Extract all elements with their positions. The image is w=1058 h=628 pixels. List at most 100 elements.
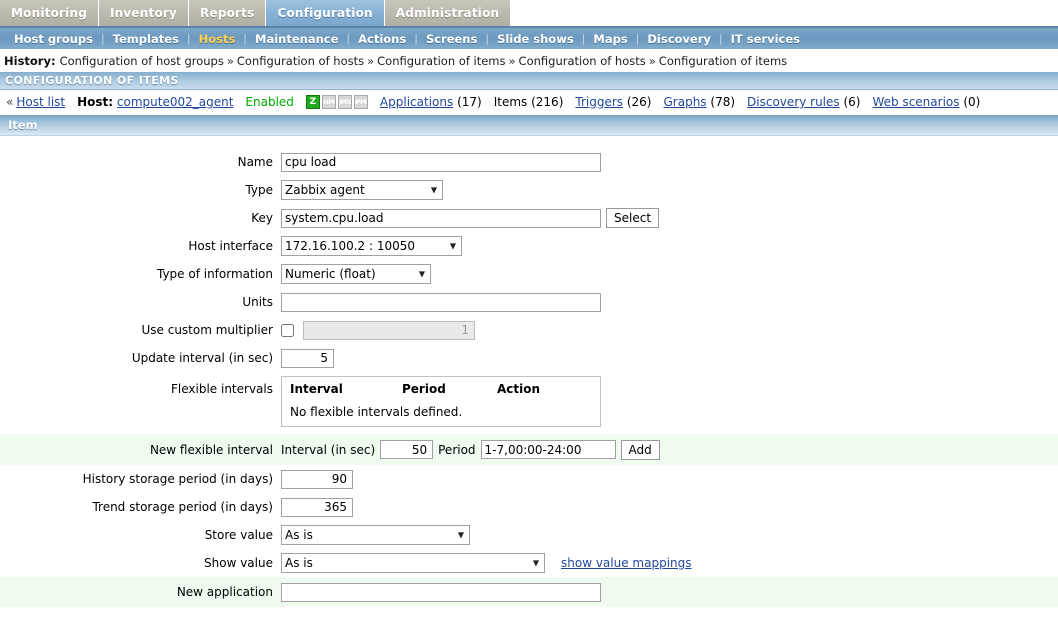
host-interface-select[interactable]: 172.16.100.2 : 10050	[281, 236, 462, 256]
breadcrumb: History: Configuration of host groups » …	[0, 50, 1058, 72]
new-period-sublabel: Period	[438, 442, 476, 457]
form-row-units: Units	[0, 288, 1058, 316]
add-flexible-interval-button[interactable]: Add	[620, 439, 660, 460]
form-row-name: Name	[0, 148, 1058, 176]
sub-menu-item-it-services[interactable]: IT services	[723, 32, 808, 46]
top-menu-item-monitoring[interactable]: Monitoring	[0, 0, 99, 26]
jmx-icon: JMX	[337, 95, 352, 109]
breadcrumb-item[interactable]: Configuration of hosts	[237, 54, 364, 68]
top-menu-item-administration[interactable]: Administration	[384, 0, 512, 26]
sub-menu-bar: Host groups | Templates | Hosts | Mainte…	[0, 28, 1058, 50]
sub-menu-item-hosts[interactable]: Hosts	[191, 32, 244, 46]
host-interface-label: Host interface	[188, 239, 273, 253]
sub-menu-item-maintenance[interactable]: Maintenance	[247, 32, 346, 46]
sub-menu-item-discovery[interactable]: Discovery	[639, 32, 719, 46]
items-label: Items	[493, 95, 528, 109]
sub-menu-item-screens[interactable]: Screens	[418, 32, 485, 46]
form-row-flexible-intervals: Flexible intervals Interval Period Actio…	[0, 372, 1058, 434]
sub-menu-item-slide-shows[interactable]: Slide shows	[489, 32, 582, 46]
breadcrumb-item[interactable]: Configuration of hosts	[519, 54, 646, 68]
discovery-rules-link[interactable]: Discovery rules	[747, 95, 840, 109]
host-nav-web-scenarios[interactable]: Web scenarios (0)	[872, 95, 980, 109]
triggers-link[interactable]: Triggers	[575, 95, 623, 109]
form-row-show-value: Show value As is ▼ show value mappings	[0, 549, 1058, 577]
host-name-link[interactable]: compute002_agent	[117, 95, 234, 109]
host-summary-bar: « Host list Host: compute002_agent Enabl…	[0, 90, 1058, 114]
column-header-interval: Interval	[290, 382, 343, 396]
graphs-link[interactable]: Graphs	[664, 95, 707, 109]
column-header-action: Action	[497, 382, 541, 396]
form-row-custom-multiplier: Use custom multiplier	[0, 316, 1058, 344]
host-nav-triggers[interactable]: Triggers (26)	[575, 95, 651, 109]
items-count: (216)	[531, 95, 564, 109]
new-application-input[interactable]	[281, 582, 601, 602]
host-list-link[interactable]: Host list	[16, 95, 65, 109]
host-list-back[interactable]: « Host list	[6, 95, 65, 109]
breadcrumb-item[interactable]: Configuration of items	[377, 54, 505, 68]
new-interval-sublabel: Interval (in sec)	[281, 442, 376, 457]
name-label: Name	[237, 155, 273, 169]
interface-icons: Z SNMP JMX IPMI	[305, 95, 368, 109]
update-interval-input[interactable]	[281, 348, 334, 368]
breadcrumb-item[interactable]: Configuration of items	[659, 54, 787, 68]
show-value-select[interactable]: As is	[281, 553, 545, 573]
store-value-select[interactable]: As is	[281, 525, 470, 545]
custom-multiplier-checkbox[interactable]	[281, 323, 294, 337]
history-storage-label: History storage period (in days)	[82, 472, 273, 486]
new-interval-input[interactable]	[380, 440, 434, 459]
key-input[interactable]	[281, 208, 601, 228]
breadcrumb-separator: »	[367, 54, 375, 68]
flexible-intervals-empty-text: No flexible intervals defined.	[290, 405, 463, 419]
sub-menu-item-actions[interactable]: Actions	[350, 32, 414, 46]
web-scenarios-link[interactable]: Web scenarios	[872, 95, 959, 109]
show-value-mappings-link[interactable]: show value mappings	[561, 556, 692, 570]
key-select-button[interactable]: Select	[606, 208, 660, 228]
form-row-host-interface: Host interface 172.16.100.2 : 10050 ▼	[0, 232, 1058, 260]
zabbix-agent-icon: Z	[305, 95, 320, 109]
page-title: CONFIGURATION OF ITEMS	[0, 72, 1058, 90]
form-row-new-application: New application	[0, 577, 1058, 607]
history-storage-input[interactable]	[281, 469, 353, 489]
top-menu-item-configuration[interactable]: Configuration	[266, 0, 385, 26]
breadcrumb-item[interactable]: Configuration of host groups	[60, 54, 224, 68]
host-nav-discovery-rules[interactable]: Discovery rules (6)	[747, 95, 860, 109]
trend-storage-label: Trend storage period (in days)	[92, 500, 273, 514]
sub-menu-item-templates[interactable]: Templates	[105, 32, 187, 46]
form-row-trend-storage: Trend storage period (in days)	[0, 493, 1058, 521]
host-nav-graphs[interactable]: Graphs (78)	[664, 95, 736, 109]
form-row-history-storage: History storage period (in days)	[0, 465, 1058, 493]
form-row-store-value: Store value As is ▼	[0, 521, 1058, 549]
units-input[interactable]	[281, 292, 601, 312]
sub-menu-item-host-groups[interactable]: Host groups	[6, 32, 101, 46]
sub-menu-item-maps[interactable]: Maps	[585, 32, 635, 46]
form-row-type-of-information: Type of information Numeric (float) ▼	[0, 260, 1058, 288]
flexible-intervals-label: Flexible intervals	[171, 382, 273, 396]
new-period-input[interactable]	[480, 440, 616, 459]
custom-multiplier-input	[303, 320, 475, 340]
applications-link[interactable]: Applications	[380, 95, 453, 109]
breadcrumb-separator: »	[508, 54, 516, 68]
type-of-information-select[interactable]: Numeric (float)	[281, 264, 431, 284]
trend-storage-input[interactable]	[281, 497, 353, 517]
form-row-type: Type Zabbix agent ▼	[0, 176, 1058, 204]
web-scenarios-count: (0)	[963, 95, 981, 109]
column-header-period: Period	[402, 382, 446, 396]
host-label: Host:	[77, 95, 114, 109]
top-menu-item-inventory[interactable]: Inventory	[99, 0, 190, 26]
name-input[interactable]	[281, 152, 601, 172]
item-form-panel: Item Name Type Zabbix agent ▼ Key Select…	[0, 114, 1058, 607]
flexible-intervals-header-row: Interval Period Action	[290, 382, 592, 396]
item-panel-title: Item	[0, 114, 1058, 136]
show-value-label: Show value	[204, 556, 273, 570]
top-menu-item-reports[interactable]: Reports	[189, 0, 267, 26]
form-top-spacer	[0, 136, 1058, 148]
host-nav-applications[interactable]: Applications (17)	[380, 95, 482, 109]
breadcrumb-label: History:	[4, 54, 56, 68]
host-nav-items: Items (216)	[494, 95, 564, 109]
applications-count: (17)	[457, 95, 482, 109]
snmp-icon: SNMP	[321, 95, 336, 109]
type-select[interactable]: Zabbix agent	[281, 180, 443, 200]
key-label: Key	[251, 211, 273, 225]
breadcrumb-separator: »	[226, 54, 234, 68]
status-badge: Enabled	[245, 95, 294, 109]
